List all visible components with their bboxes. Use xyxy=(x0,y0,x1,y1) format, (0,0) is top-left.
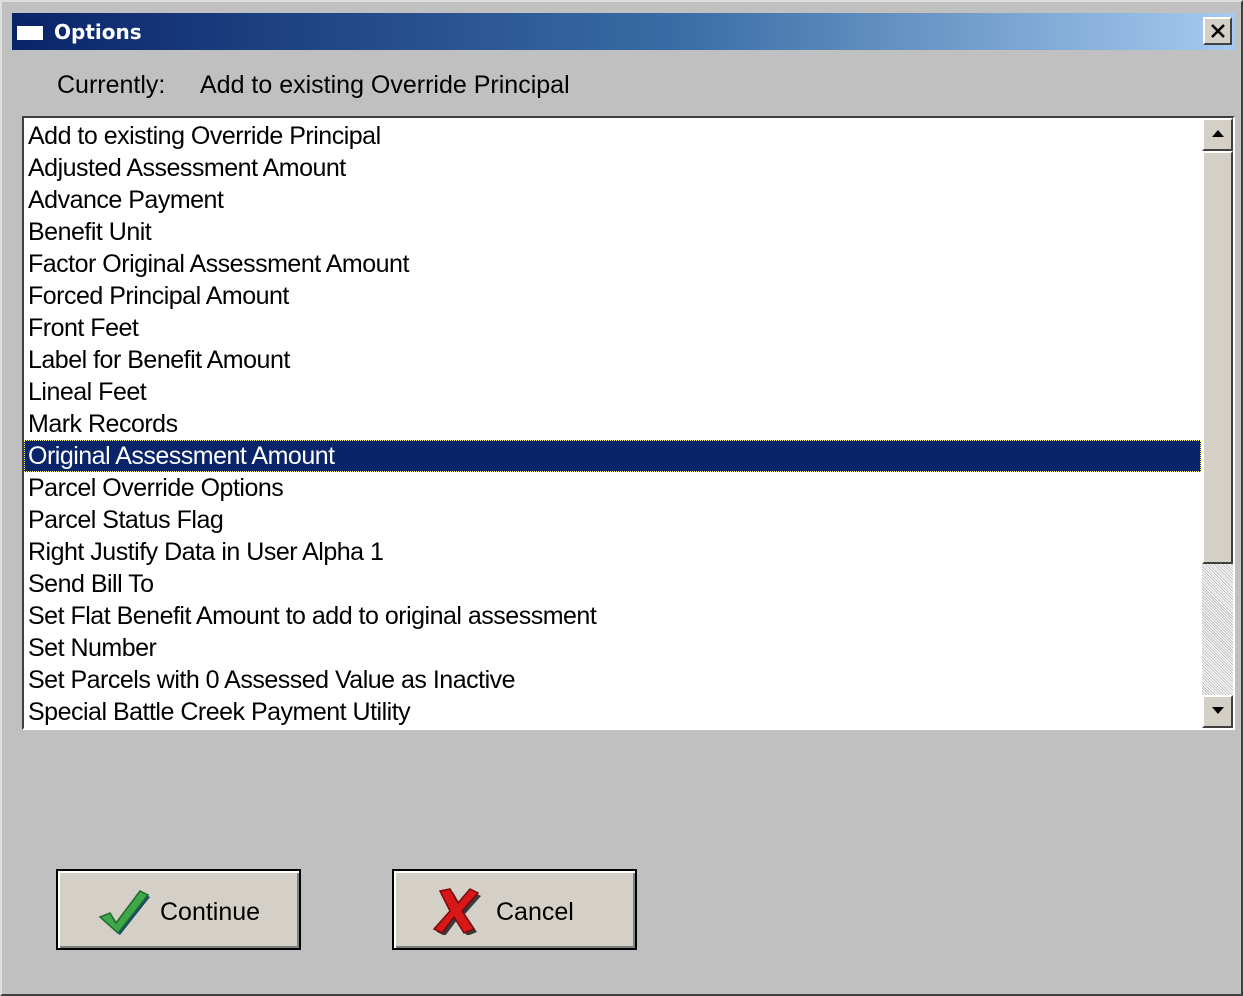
window-title: Options xyxy=(54,20,142,44)
list-item[interactable]: Label for Benefit Amount xyxy=(24,344,1201,376)
window-icon xyxy=(16,21,44,41)
continue-label: Continue xyxy=(160,898,261,926)
cancel-button[interactable]: Cancel xyxy=(392,869,637,950)
scroll-down-button[interactable] xyxy=(1202,695,1233,728)
list-item[interactable]: Original Assessment Amount xyxy=(24,440,1201,472)
scrollbar-thumb[interactable] xyxy=(1202,151,1233,564)
list-item[interactable]: Special Battle Creek Payment Utility xyxy=(24,696,1201,728)
list-item[interactable]: Set Flat Benefit Amount to add to origin… xyxy=(24,600,1201,632)
list-item[interactable]: Parcel Status Flag xyxy=(24,504,1201,536)
list-item[interactable]: Send Bill To xyxy=(24,568,1201,600)
list-item[interactable]: Mark Records xyxy=(24,408,1201,440)
list-item[interactable]: Front Feet xyxy=(24,312,1201,344)
arrow-down-icon xyxy=(1212,707,1224,714)
list-item[interactable]: Parcel Override Options xyxy=(24,472,1201,504)
continue-button[interactable]: Continue xyxy=(56,869,301,950)
scroll-up-button[interactable] xyxy=(1202,118,1233,151)
title-bar[interactable]: Options xyxy=(12,13,1235,50)
vertical-scrollbar[interactable] xyxy=(1202,118,1233,728)
list-item[interactable]: Add to existing Override Principal xyxy=(24,120,1201,152)
list-item[interactable]: Forced Principal Amount xyxy=(24,280,1201,312)
options-dialog: Options Currently: Add to existing Overr… xyxy=(0,0,1243,996)
cancel-label: Cancel xyxy=(496,898,574,926)
list-item[interactable]: Right Justify Data in User Alpha 1 xyxy=(24,536,1201,568)
list-item[interactable]: Set Parcels with 0 Assessed Value as Ina… xyxy=(24,664,1201,696)
currently-label: Currently: xyxy=(57,71,166,99)
close-button[interactable] xyxy=(1203,17,1232,45)
list-item[interactable]: Advance Payment xyxy=(24,184,1201,216)
arrow-up-icon xyxy=(1212,130,1224,137)
red-x-icon xyxy=(432,888,481,935)
options-listbox[interactable]: Add to existing Override Principal Adjust… xyxy=(22,116,1235,730)
list-item[interactable]: Factor Original Assessment Amount xyxy=(24,248,1201,280)
list-item[interactable]: Lineal Feet xyxy=(24,376,1201,408)
list-item[interactable]: Set Number xyxy=(24,632,1201,664)
checkmark-icon xyxy=(98,890,150,935)
options-list: Add to existing Override Principal Adjust… xyxy=(24,120,1201,728)
list-item[interactable]: Adjusted Assessment Amount xyxy=(24,152,1201,184)
list-item[interactable]: Benefit Unit xyxy=(24,216,1201,248)
currently-value: Add to existing Override Principal xyxy=(200,71,570,99)
close-icon xyxy=(1211,24,1225,38)
